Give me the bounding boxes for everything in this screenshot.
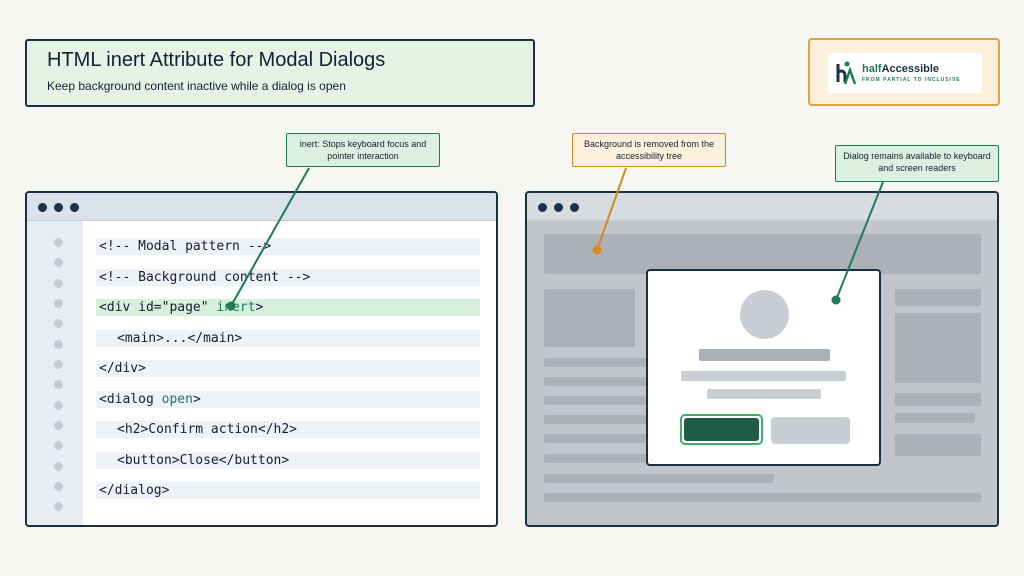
line-marker xyxy=(54,401,63,410)
avatar-placeholder xyxy=(740,290,789,339)
inert-attribute: inert xyxy=(216,300,256,315)
background-text-placeholder xyxy=(544,377,646,386)
code-line: <!-- Modal pattern --> xyxy=(96,238,480,255)
line-marker xyxy=(54,238,63,247)
window-dot-icon xyxy=(70,203,79,212)
line-marker xyxy=(54,482,63,491)
app-preview-window xyxy=(525,191,999,527)
callout-background: Background is removed from the accessibi… xyxy=(572,133,726,167)
window-titlebar xyxy=(527,193,997,221)
line-marker xyxy=(54,421,63,430)
line-marker xyxy=(54,380,63,389)
line-marker xyxy=(54,340,63,349)
line-marker xyxy=(54,299,63,308)
page-title: HTML inert Attribute for Modal Dialogs xyxy=(47,49,386,71)
line-marker xyxy=(54,258,63,267)
open-attribute: open xyxy=(161,392,193,407)
line-marker xyxy=(54,441,63,450)
dialog-text-placeholder xyxy=(681,371,846,381)
window-dot-icon xyxy=(538,203,547,212)
background-header-placeholder xyxy=(544,234,981,274)
logo-card: halfAccessible FROM PARTIAL TO INCLUSIVE xyxy=(808,38,1000,106)
background-card-placeholder xyxy=(544,289,635,347)
dialog-secondary-button[interactable] xyxy=(771,417,850,444)
window-titlebar xyxy=(27,193,496,221)
background-text-placeholder xyxy=(544,415,646,424)
code-editor-window: <!-- Modal pattern --> <!-- Background c… xyxy=(25,191,498,527)
window-dot-icon xyxy=(54,203,63,212)
code-line: <button>Close</button> xyxy=(96,452,480,469)
code-line: </dialog> xyxy=(96,482,480,499)
background-text-placeholder xyxy=(544,434,646,443)
callout-inert: inert: Stops keyboard focus and pointer … xyxy=(286,133,440,167)
window-dot-icon xyxy=(570,203,579,212)
callout-dialog: Dialog remains available to keyboard and… xyxy=(835,145,999,182)
line-marker xyxy=(54,462,63,471)
code-line: <h2>Confirm action</h2> xyxy=(96,421,480,438)
background-sidebar-placeholder xyxy=(895,434,981,456)
window-dot-icon xyxy=(38,203,47,212)
dialog-title-placeholder xyxy=(699,349,830,361)
line-marker xyxy=(54,279,63,288)
dialog-primary-button[interactable] xyxy=(680,414,763,445)
line-marker xyxy=(54,502,63,511)
code-line-inert: <div id="page" inert> xyxy=(96,299,480,316)
background-text-placeholder xyxy=(544,396,646,405)
dialog-text-placeholder xyxy=(707,389,821,399)
title-card: HTML inert Attribute for Modal Dialogs K… xyxy=(25,39,535,107)
code-line: <main>...</main> xyxy=(96,330,480,347)
background-sidebar-placeholder xyxy=(895,413,975,423)
logo-tagline: FROM PARTIAL TO INCLUSIVE xyxy=(862,77,961,83)
logo: halfAccessible FROM PARTIAL TO INCLUSIVE xyxy=(828,53,982,93)
line-marker xyxy=(54,360,63,369)
page-subtitle: Keep background content inactive while a… xyxy=(47,79,346,93)
background-sidebar-placeholder xyxy=(895,393,981,406)
logo-wordmark: halfAccessible xyxy=(862,63,940,75)
code-line: </div> xyxy=(96,360,480,377)
background-text-placeholder xyxy=(544,454,646,463)
line-marker xyxy=(54,319,63,328)
modal-dialog xyxy=(646,269,881,466)
code-line: <!-- Background content --> xyxy=(96,269,480,286)
line-gutter xyxy=(27,221,83,525)
window-dot-icon xyxy=(554,203,563,212)
code-line: <dialog open> xyxy=(96,391,480,408)
background-sidebar-placeholder xyxy=(895,313,981,383)
accessibility-logo-icon xyxy=(836,61,856,85)
background-text-placeholder xyxy=(544,474,774,483)
background-sidebar-placeholder xyxy=(895,289,981,306)
background-text-placeholder xyxy=(544,493,981,502)
background-text-placeholder xyxy=(544,358,646,367)
